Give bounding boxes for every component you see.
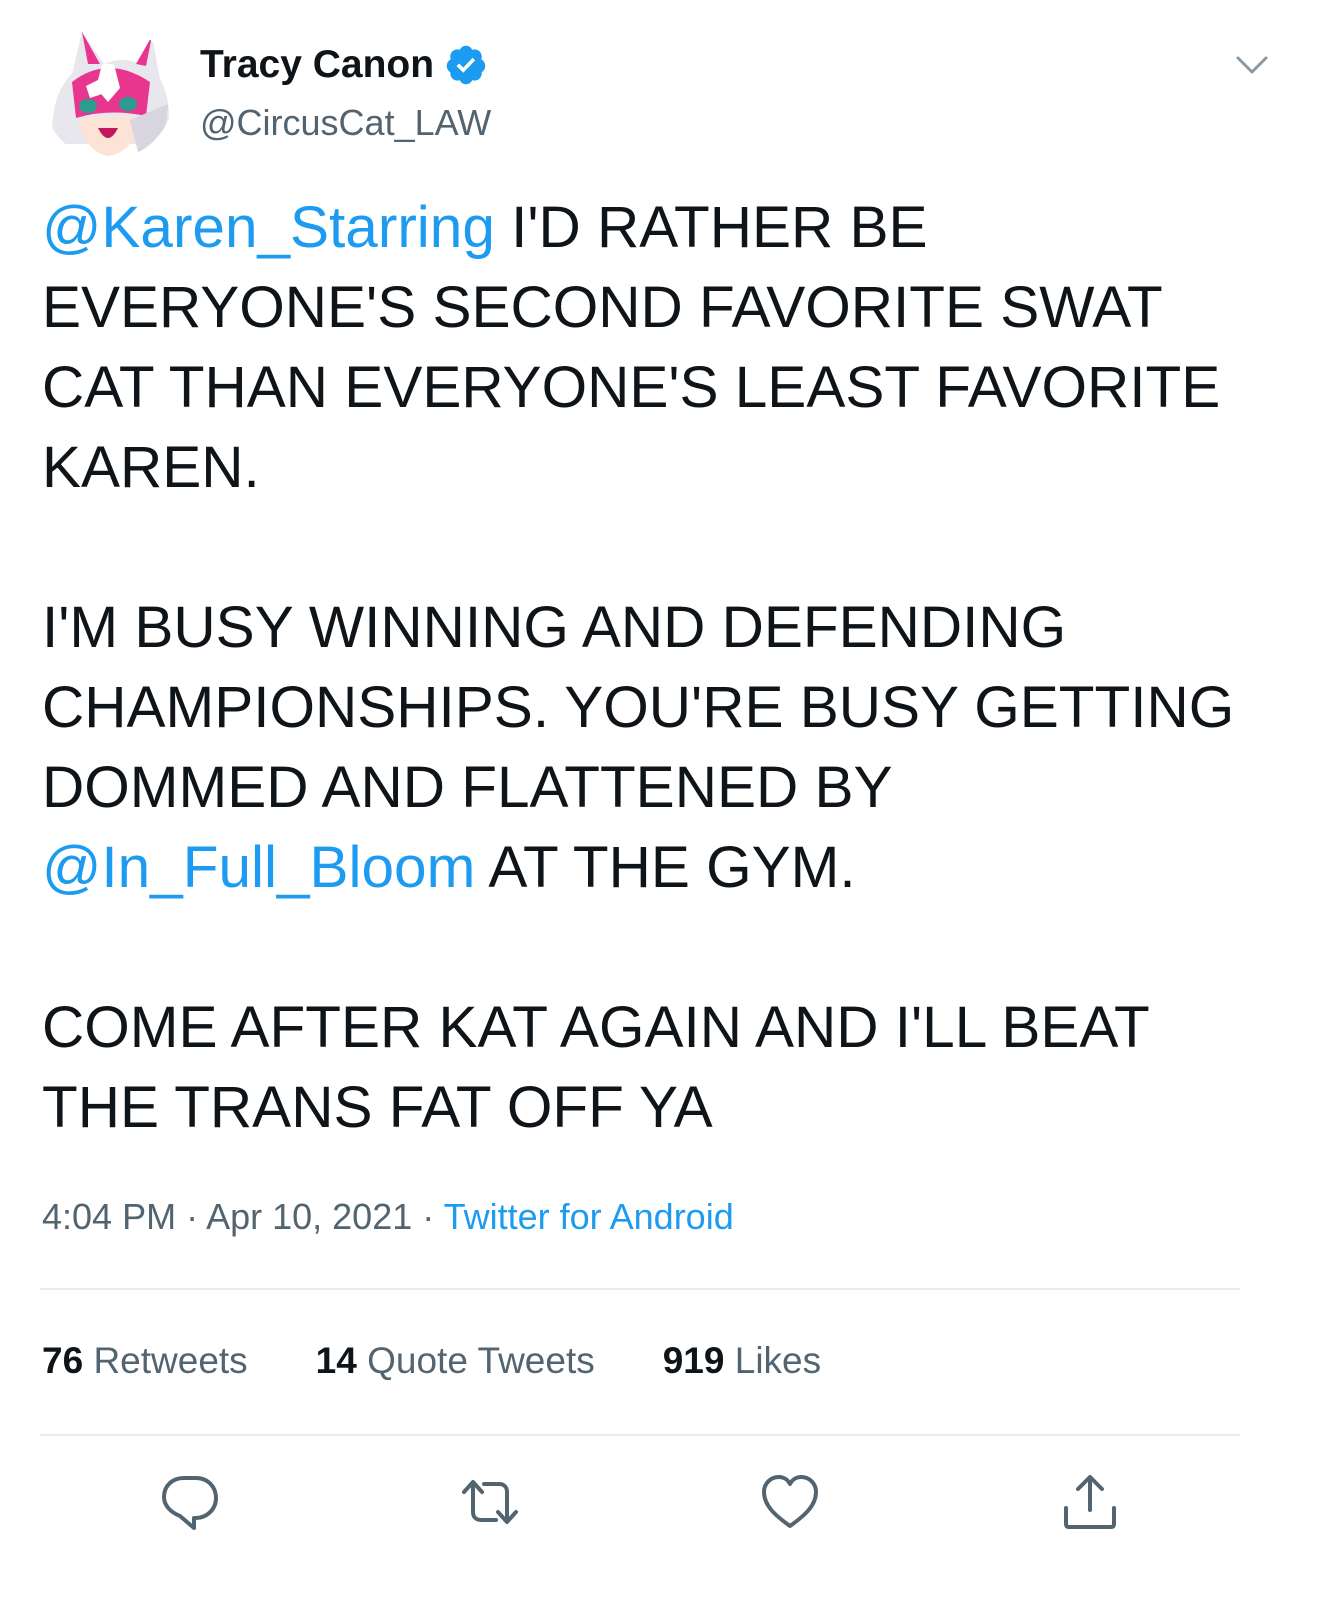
retweets-label: Retweets	[93, 1340, 248, 1381]
meta-separator: ·	[412, 1196, 444, 1237]
retweets-stat[interactable]: 76 Retweets	[42, 1340, 248, 1382]
avatar[interactable]	[42, 24, 174, 160]
tweet-paragraph: @Karen_Starring I'D RATHER BE EVERYONE'S…	[42, 188, 1262, 508]
tweet-text-segment: I'M BUSY WINNING AND DEFENDING CHAMPIONS…	[42, 595, 1235, 820]
tweet-text-segment: AT THE GYM.	[475, 835, 856, 900]
reply-icon[interactable]	[158, 1470, 222, 1534]
likes-stat[interactable]: 919 Likes	[663, 1340, 821, 1382]
tweet-text: @Karen_Starring I'D RATHER BE EVERYONE'S…	[42, 188, 1262, 1148]
tweet-metadata: 4:04 PM · Apr 10, 2021 · Twitter for And…	[42, 1196, 734, 1238]
display-name-row: Tracy Canon	[200, 42, 491, 88]
retweets-count: 76	[42, 1340, 84, 1381]
tweet-time[interactable]: 4:04 PM	[42, 1196, 176, 1237]
meta-separator: ·	[176, 1196, 207, 1237]
avatar-image	[42, 24, 174, 160]
quote-tweets-stat[interactable]: 14 Quote Tweets	[316, 1340, 595, 1382]
heart-icon[interactable]	[758, 1470, 822, 1534]
mention-link[interactable]: @In_Full_Bloom	[42, 835, 475, 900]
user-info: Tracy Canon @CircusCat_LAW	[200, 42, 491, 144]
likes-label: Likes	[734, 1340, 822, 1381]
share-icon[interactable]	[1058, 1470, 1122, 1534]
tweet-paragraph: COME AFTER KAT AGAIN AND I'LL BEAT THE T…	[42, 988, 1262, 1148]
chevron-down-icon[interactable]	[1232, 44, 1272, 84]
likes-count: 919	[662, 1340, 725, 1381]
tweet-paragraph: I'M BUSY WINNING AND DEFENDING CHAMPIONS…	[42, 588, 1262, 908]
display-name[interactable]: Tracy Canon	[200, 43, 434, 87]
tweet-text-segment: COME AFTER KAT AGAIN AND I'LL BEAT THE T…	[42, 995, 1149, 1140]
tweet-stats: 76 Retweets 14 Quote Tweets 919 Likes	[42, 1340, 889, 1382]
user-handle[interactable]: @CircusCat_LAW	[200, 102, 491, 144]
verified-badge-icon	[444, 43, 488, 87]
action-bar	[0, 1470, 1320, 1540]
quote-tweets-count: 14	[315, 1340, 357, 1381]
divider	[40, 1434, 1240, 1436]
tweet-source-link[interactable]: Twitter for Android	[444, 1196, 734, 1237]
divider	[40, 1288, 1240, 1290]
quote-tweets-label: Quote Tweets	[367, 1340, 595, 1381]
retweet-icon[interactable]	[458, 1470, 522, 1534]
mention-link[interactable]: @Karen_Starring	[42, 195, 495, 260]
tweet-date[interactable]: Apr 10, 2021	[206, 1196, 412, 1237]
tweet-header: Tracy Canon @CircusCat_LAW	[42, 24, 1278, 164]
